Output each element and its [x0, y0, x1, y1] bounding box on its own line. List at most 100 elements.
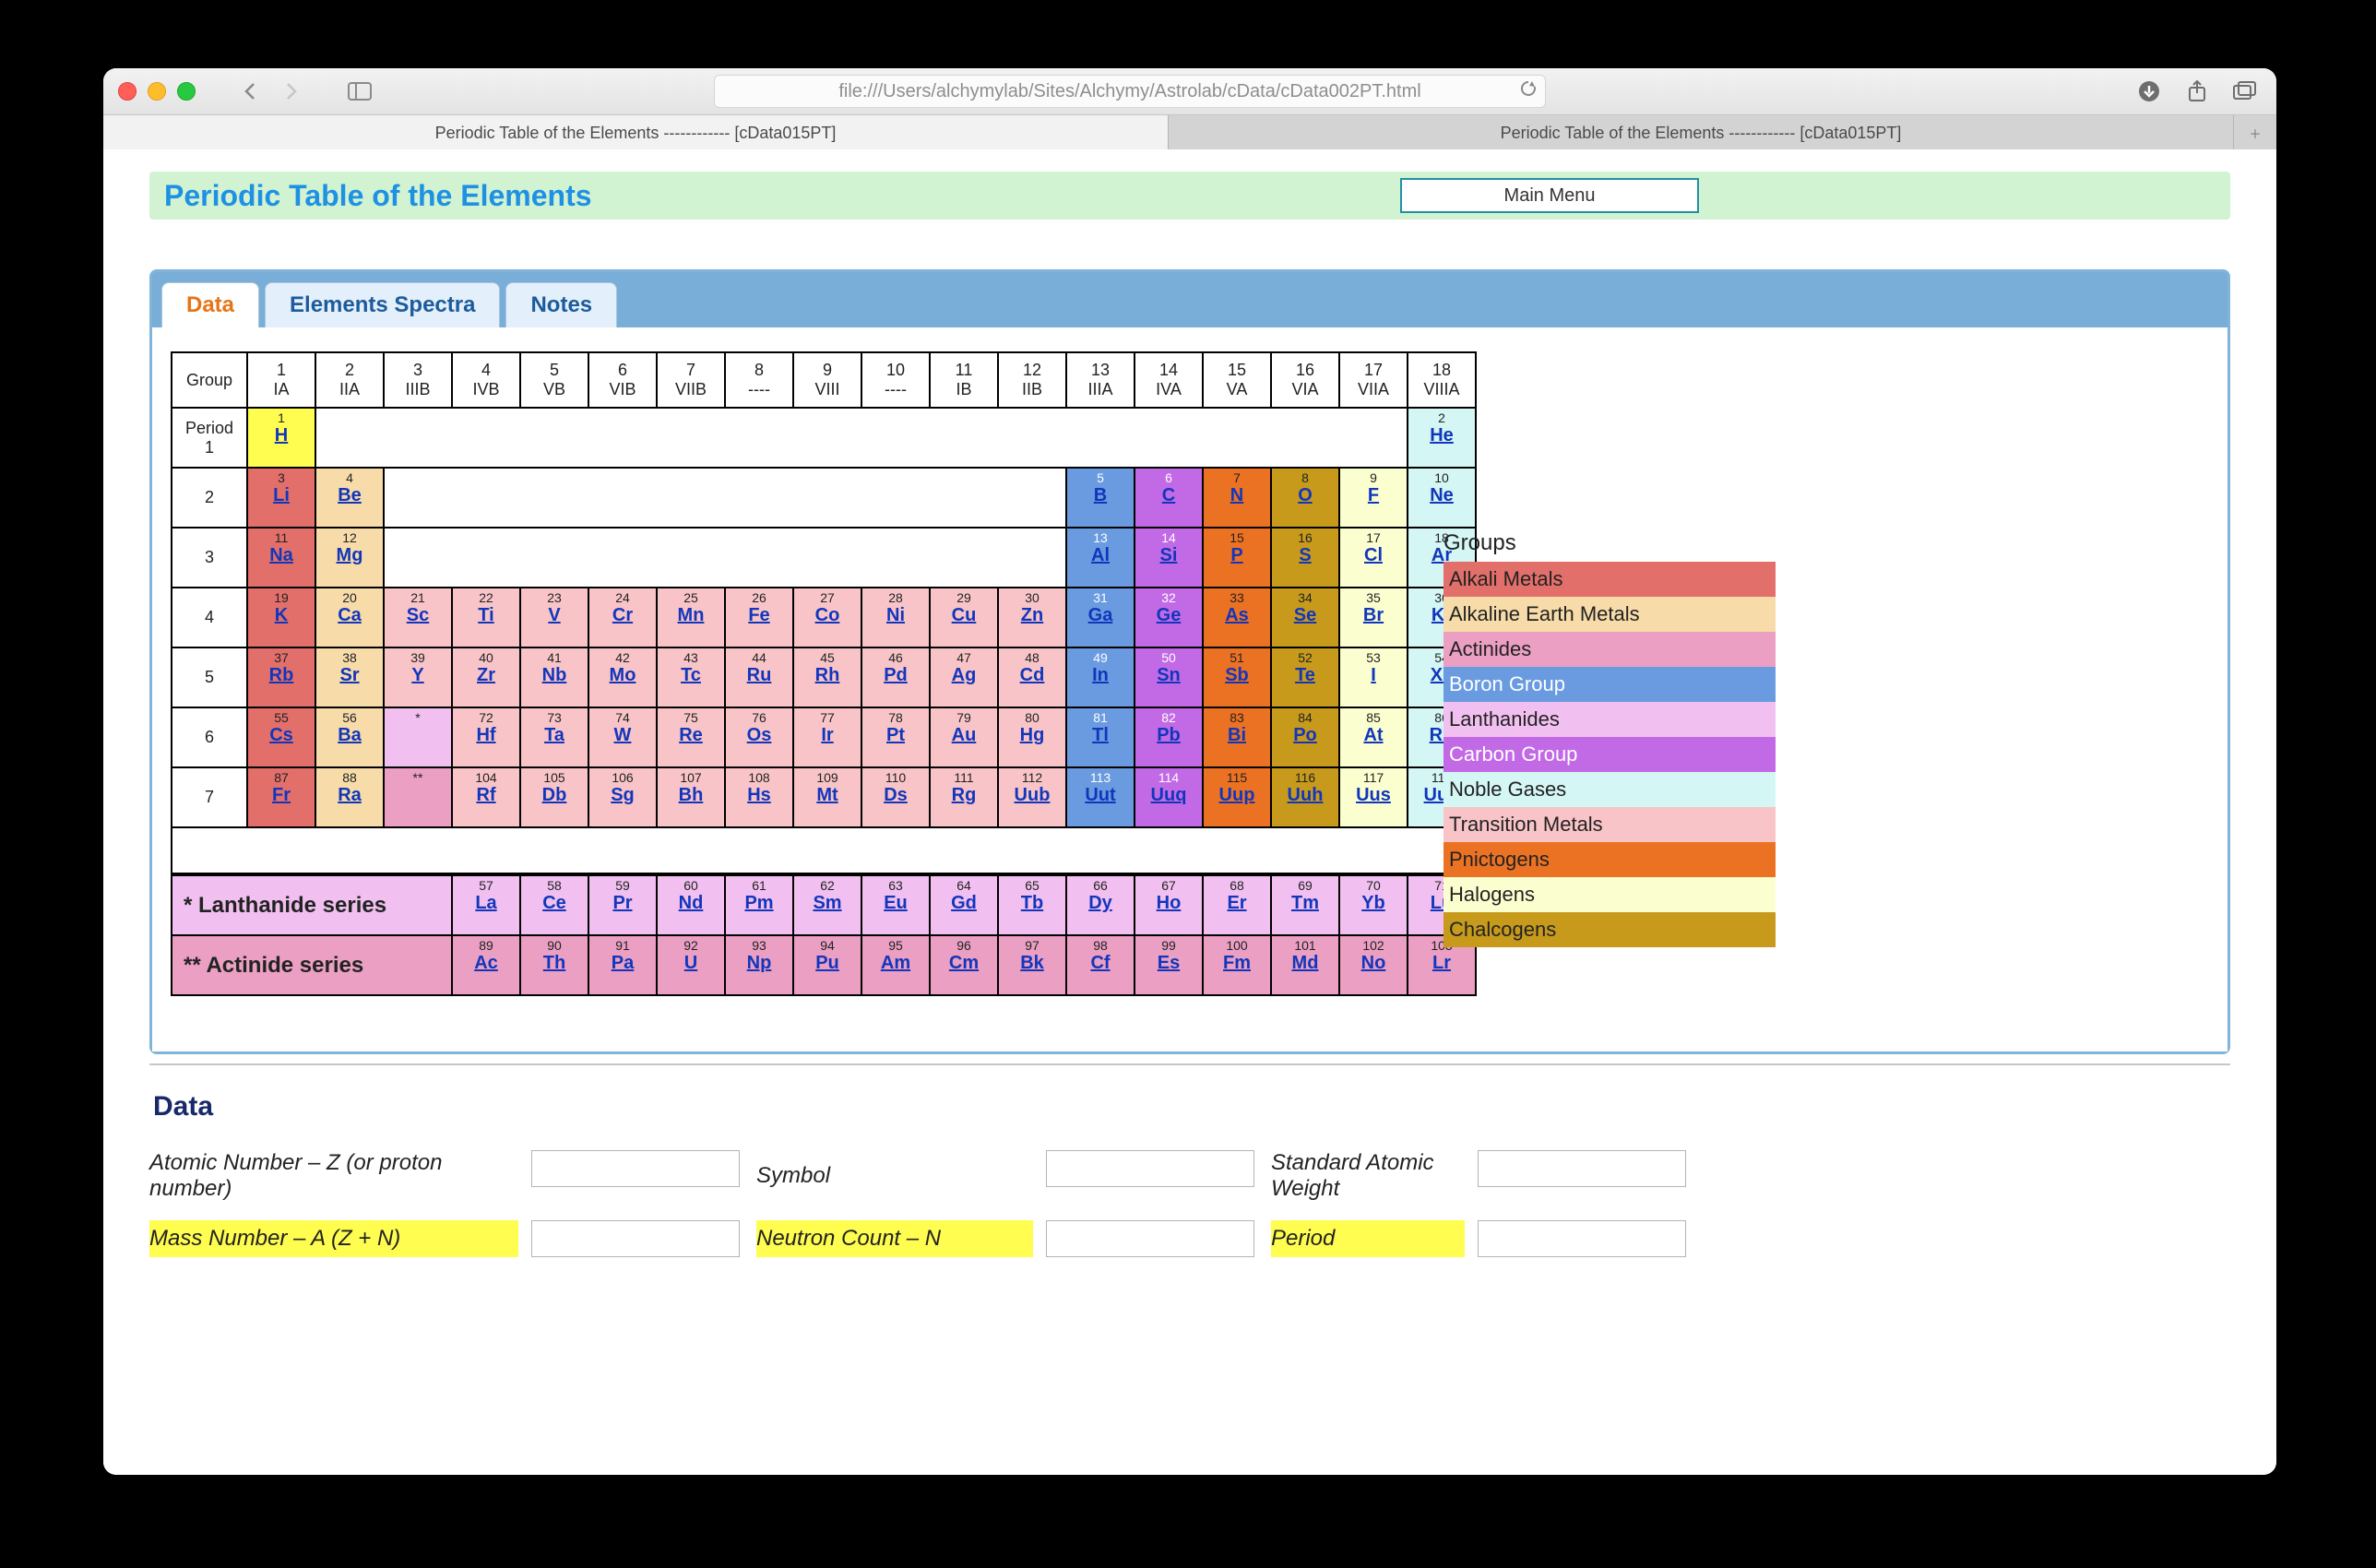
element-Re[interactable]: 75Re: [657, 707, 725, 767]
element-C[interactable]: 6C: [1135, 468, 1203, 528]
element-U[interactable]: 92U: [657, 935, 725, 995]
element-Bk[interactable]: 97Bk: [998, 935, 1066, 995]
element-Bi[interactable]: 83Bi: [1203, 707, 1271, 767]
element-Cd[interactable]: 48Cd: [998, 647, 1066, 707]
element-Au[interactable]: 79Au: [930, 707, 998, 767]
element-Br[interactable]: 35Br: [1339, 588, 1408, 647]
element-Mo[interactable]: 42Mo: [588, 647, 657, 707]
tab-data[interactable]: Data: [161, 282, 259, 327]
page-viewport[interactable]: Periodic Table of the Elements Main Menu…: [103, 149, 2276, 1475]
element-Na[interactable]: 11Na: [247, 528, 315, 588]
element-Co[interactable]: 27Co: [793, 588, 861, 647]
tab-notes[interactable]: Notes: [505, 282, 617, 327]
element-Cf[interactable]: 98Cf: [1066, 935, 1135, 995]
element-Mg[interactable]: 12Mg: [315, 528, 384, 588]
element-Ge[interactable]: 32Ge: [1135, 588, 1203, 647]
field-input[interactable]: [531, 1220, 740, 1257]
element-Sc[interactable]: 21Sc: [384, 588, 452, 647]
element-S[interactable]: 16S: [1271, 528, 1339, 588]
element-Er[interactable]: 68Er: [1203, 875, 1271, 935]
element-Am[interactable]: 95Am: [861, 935, 930, 995]
element-Sb[interactable]: 51Sb: [1203, 647, 1271, 707]
element-K[interactable]: 19K: [247, 588, 315, 647]
element-Uut[interactable]: 113Uut: [1066, 767, 1135, 827]
element-Cl[interactable]: 17Cl: [1339, 528, 1408, 588]
element-Nb[interactable]: 41Nb: [520, 647, 588, 707]
sidebar-button[interactable]: [341, 77, 378, 106]
element-Cs[interactable]: 55Cs: [247, 707, 315, 767]
element-Fr[interactable]: 87Fr: [247, 767, 315, 827]
element-B[interactable]: 5B: [1066, 468, 1135, 528]
browser-tab-0[interactable]: Periodic Table of the Elements ---------…: [103, 115, 1169, 150]
element-Pa[interactable]: 91Pa: [588, 935, 657, 995]
browser-tab-1[interactable]: Periodic Table of the Elements ---------…: [1169, 115, 2234, 150]
element-Pr[interactable]: 59Pr: [588, 875, 657, 935]
element-Th[interactable]: 90Th: [520, 935, 588, 995]
element-W[interactable]: 74W: [588, 707, 657, 767]
element-V[interactable]: 23V: [520, 588, 588, 647]
element-Pd[interactable]: 46Pd: [861, 647, 930, 707]
element-Cm[interactable]: 96Cm: [930, 935, 998, 995]
new-tab-button[interactable]: ＋: [2234, 115, 2276, 150]
element-Ds[interactable]: 110Ds: [861, 767, 930, 827]
element-Ra[interactable]: 88Ra: [315, 767, 384, 827]
element-Ga[interactable]: 31Ga: [1066, 588, 1135, 647]
element-Fm[interactable]: 100Fm: [1203, 935, 1271, 995]
reload-icon[interactable]: [1519, 79, 1538, 103]
element-Al[interactable]: 13Al: [1066, 528, 1135, 588]
element-P[interactable]: 15P: [1203, 528, 1271, 588]
tab-spectra[interactable]: Elements Spectra: [265, 282, 500, 327]
element-Li[interactable]: 3Li: [247, 468, 315, 528]
series-marker[interactable]: **: [384, 767, 452, 827]
element-Nd[interactable]: 60Nd: [657, 875, 725, 935]
element-O[interactable]: 8O: [1271, 468, 1339, 528]
element-Rb[interactable]: 37Rb: [247, 647, 315, 707]
element-Hf[interactable]: 72Hf: [452, 707, 520, 767]
element-H[interactable]: 1H: [247, 408, 315, 468]
element-At[interactable]: 85At: [1339, 707, 1408, 767]
field-input[interactable]: [531, 1150, 740, 1187]
element-Sr[interactable]: 38Sr: [315, 647, 384, 707]
share-button[interactable]: [2180, 77, 2214, 106]
element-Db[interactable]: 105Db: [520, 767, 588, 827]
downloads-button[interactable]: [2132, 77, 2166, 106]
element-Sn[interactable]: 50Sn: [1135, 647, 1203, 707]
element-Ni[interactable]: 28Ni: [861, 588, 930, 647]
element-Uuq[interactable]: 114Uuq: [1135, 767, 1203, 827]
element-I[interactable]: 53I: [1339, 647, 1408, 707]
element-Ac[interactable]: 89Ac: [452, 935, 520, 995]
element-Ru[interactable]: 44Ru: [725, 647, 793, 707]
element-Uub[interactable]: 112Uub: [998, 767, 1066, 827]
element-Po[interactable]: 84Po: [1271, 707, 1339, 767]
element-Os[interactable]: 76Os: [725, 707, 793, 767]
main-menu-button[interactable]: Main Menu: [1400, 178, 1699, 213]
element-Ti[interactable]: 22Ti: [452, 588, 520, 647]
element-Ta[interactable]: 73Ta: [520, 707, 588, 767]
element-F[interactable]: 9F: [1339, 468, 1408, 528]
element-Yb[interactable]: 70Yb: [1339, 875, 1408, 935]
element-Uus[interactable]: 117Uus: [1339, 767, 1408, 827]
element-Y[interactable]: 39Y: [384, 647, 452, 707]
element-Fe[interactable]: 26Fe: [725, 588, 793, 647]
element-Uuh[interactable]: 116Uuh: [1271, 767, 1339, 827]
element-Hg[interactable]: 80Hg: [998, 707, 1066, 767]
element-Dy[interactable]: 66Dy: [1066, 875, 1135, 935]
element-Tm[interactable]: 69Tm: [1271, 875, 1339, 935]
element-Sg[interactable]: 106Sg: [588, 767, 657, 827]
element-Si[interactable]: 14Si: [1135, 528, 1203, 588]
element-Gd[interactable]: 64Gd: [930, 875, 998, 935]
element-Hs[interactable]: 108Hs: [725, 767, 793, 827]
minimize-window-button[interactable]: [148, 82, 166, 101]
element-Ho[interactable]: 67Ho: [1135, 875, 1203, 935]
element-Zn[interactable]: 30Zn: [998, 588, 1066, 647]
field-input[interactable]: [1478, 1220, 1686, 1257]
element-Rh[interactable]: 45Rh: [793, 647, 861, 707]
back-button[interactable]: [232, 77, 269, 106]
element-Mn[interactable]: 25Mn: [657, 588, 725, 647]
series-marker[interactable]: *: [384, 707, 452, 767]
forward-button[interactable]: [273, 77, 310, 106]
element-Pt[interactable]: 78Pt: [861, 707, 930, 767]
field-input[interactable]: [1046, 1220, 1254, 1257]
element-Pb[interactable]: 82Pb: [1135, 707, 1203, 767]
address-bar[interactable]: file:///Users/alchymylab/Sites/Alchymy/A…: [714, 75, 1546, 108]
